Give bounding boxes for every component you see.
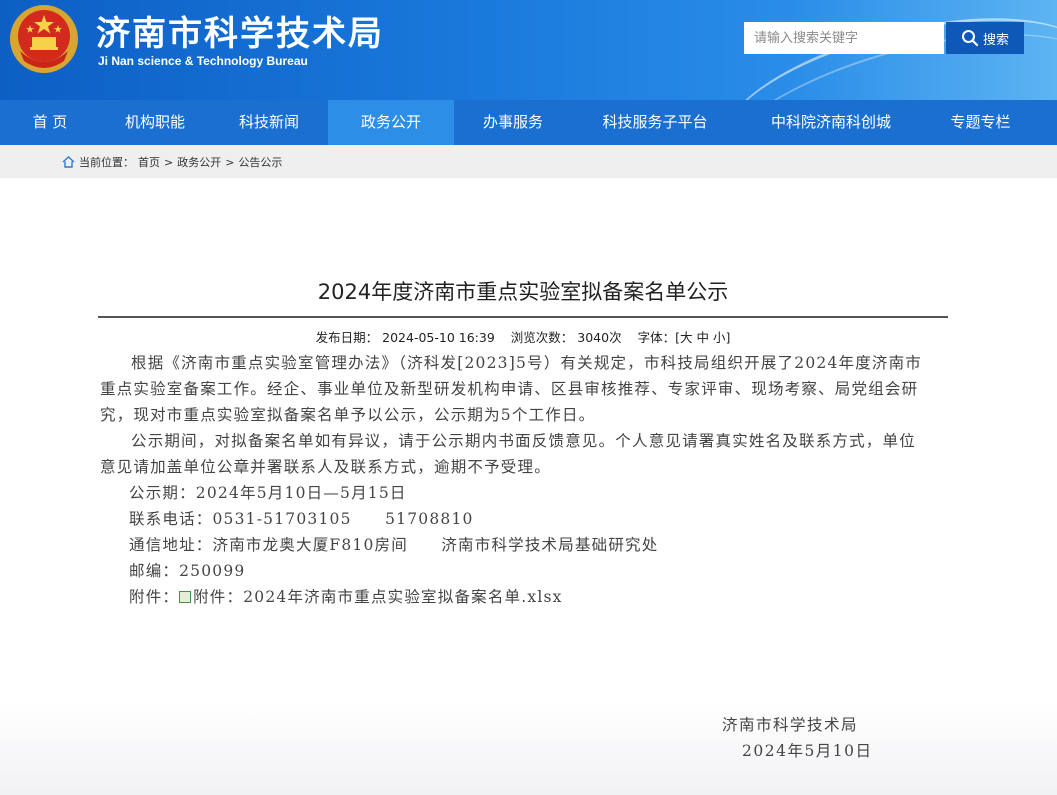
nav-item-functions[interactable]: 机构职能: [100, 100, 210, 145]
font-size-label: 字体：[: [637, 330, 680, 345]
site-subtitle: Ji Nan science & Technology Bureau: [98, 54, 308, 68]
view-count: 浏览次数： 3040次: [511, 330, 622, 345]
mailing-address: 通信地址：济南市龙奥大厦F810房间 济南市科学技术局基础研究处: [129, 536, 659, 554]
breadcrumb-separator: >: [164, 155, 174, 169]
nav-item-home[interactable]: 首 页: [0, 100, 100, 145]
search-icon: [961, 30, 979, 47]
paragraph-objection: 公示期间，对拟备案名单如有异议，请于公示期内书面反馈意见。个人意见请署真实姓名及…: [100, 432, 916, 476]
home-icon: [62, 156, 75, 168]
nav-item-services[interactable]: 办事服务: [454, 100, 572, 145]
breadcrumb-current-link[interactable]: 公告公示: [238, 154, 282, 170]
main-nav: 首 页 机构职能 科技新闻 政务公开 办事服务 科技服务子平台 中科院济南科创城…: [0, 100, 1057, 145]
font-size-close: ]: [725, 330, 731, 345]
footer-fade: [0, 700, 1057, 795]
nav-item-special[interactable]: 专题专栏: [924, 100, 1037, 145]
title-divider: [98, 316, 948, 318]
spreadsheet-file-icon: [179, 591, 192, 603]
breadcrumb-home-link[interactable]: 首页: [138, 154, 160, 170]
font-medium-link[interactable]: 中: [696, 330, 709, 345]
nav-item-sub-platform[interactable]: 科技服务子平台: [572, 100, 738, 145]
breadcrumb-section-link[interactable]: 政务公开: [177, 154, 221, 170]
attachment-link[interactable]: 附件：2024年济南市重点实验室拟备案名单.xlsx: [193, 588, 562, 606]
font-size-controls: 字体：[大 中 小]: [638, 330, 731, 345]
search-button-label: 搜索: [982, 32, 1009, 48]
attachment-row: 附件： 附件：2024年济南市重点实验室拟备案名单.xlsx: [100, 584, 930, 610]
signature-org: 济南市科学技术局: [722, 716, 859, 734]
font-large-link[interactable]: 大: [680, 330, 693, 345]
contact-phone: 联系电话：0531-51703105 51708810: [129, 510, 474, 528]
nav-item-cas-city[interactable]: 中科院济南科创城: [738, 100, 924, 145]
publish-date-label: 发布日期：: [315, 330, 379, 345]
article-title: 2024年度济南市重点实验室拟备案名单公示: [317, 280, 729, 304]
publish-date-value: 2024-05-10 16:39: [382, 330, 495, 345]
search-button[interactable]: 搜索: [946, 22, 1024, 54]
attachment-label: 附件：: [129, 588, 180, 606]
publish-date: 发布日期： 2024-05-10 16:39: [316, 330, 495, 345]
article-body: 根据《济南市重点实验室管理办法》（济科发[2023]5号）有关规定，市科技局组织…: [100, 350, 930, 610]
article-meta: 发布日期： 2024-05-10 16:39 浏览次数： 3040次 字体：[大…: [98, 327, 948, 346]
nav-item-news[interactable]: 科技新闻: [210, 100, 328, 145]
breadcrumb-prefix: 当前位置：: [79, 156, 134, 169]
paragraph-basis: 根据《济南市重点实验室管理办法》（济科发[2023]5号）有关规定，市科技局组织…: [100, 354, 923, 424]
signature-block: 济南市科学技术局 2024年5月10日: [722, 712, 882, 764]
site-header: 济南市科学技术局 Ji Nan science & Technology Bur…: [0, 0, 1057, 100]
publicity-period: 公示期：2024年5月10日—5月15日: [129, 484, 407, 502]
site-title: 济南市科学技术局: [96, 14, 384, 54]
breadcrumb-separator: >: [225, 155, 235, 169]
postcode: 邮编：250099: [129, 562, 246, 580]
view-count-label: 浏览次数：: [510, 330, 574, 345]
font-small-link[interactable]: 小: [713, 330, 726, 345]
national-emblem-icon: [10, 5, 78, 73]
breadcrumb: 当前位置： 首页 > 政务公开 > 公告公示: [62, 154, 282, 170]
search-input[interactable]: [744, 22, 944, 54]
nav-item-gov-affairs[interactable]: 政务公开: [328, 100, 454, 145]
breadcrumb-bar: 当前位置： 首页 > 政务公开 > 公告公示: [0, 145, 1057, 178]
signature-date: 2024年5月10日: [742, 742, 873, 760]
view-count-value: 3040次: [577, 330, 622, 345]
